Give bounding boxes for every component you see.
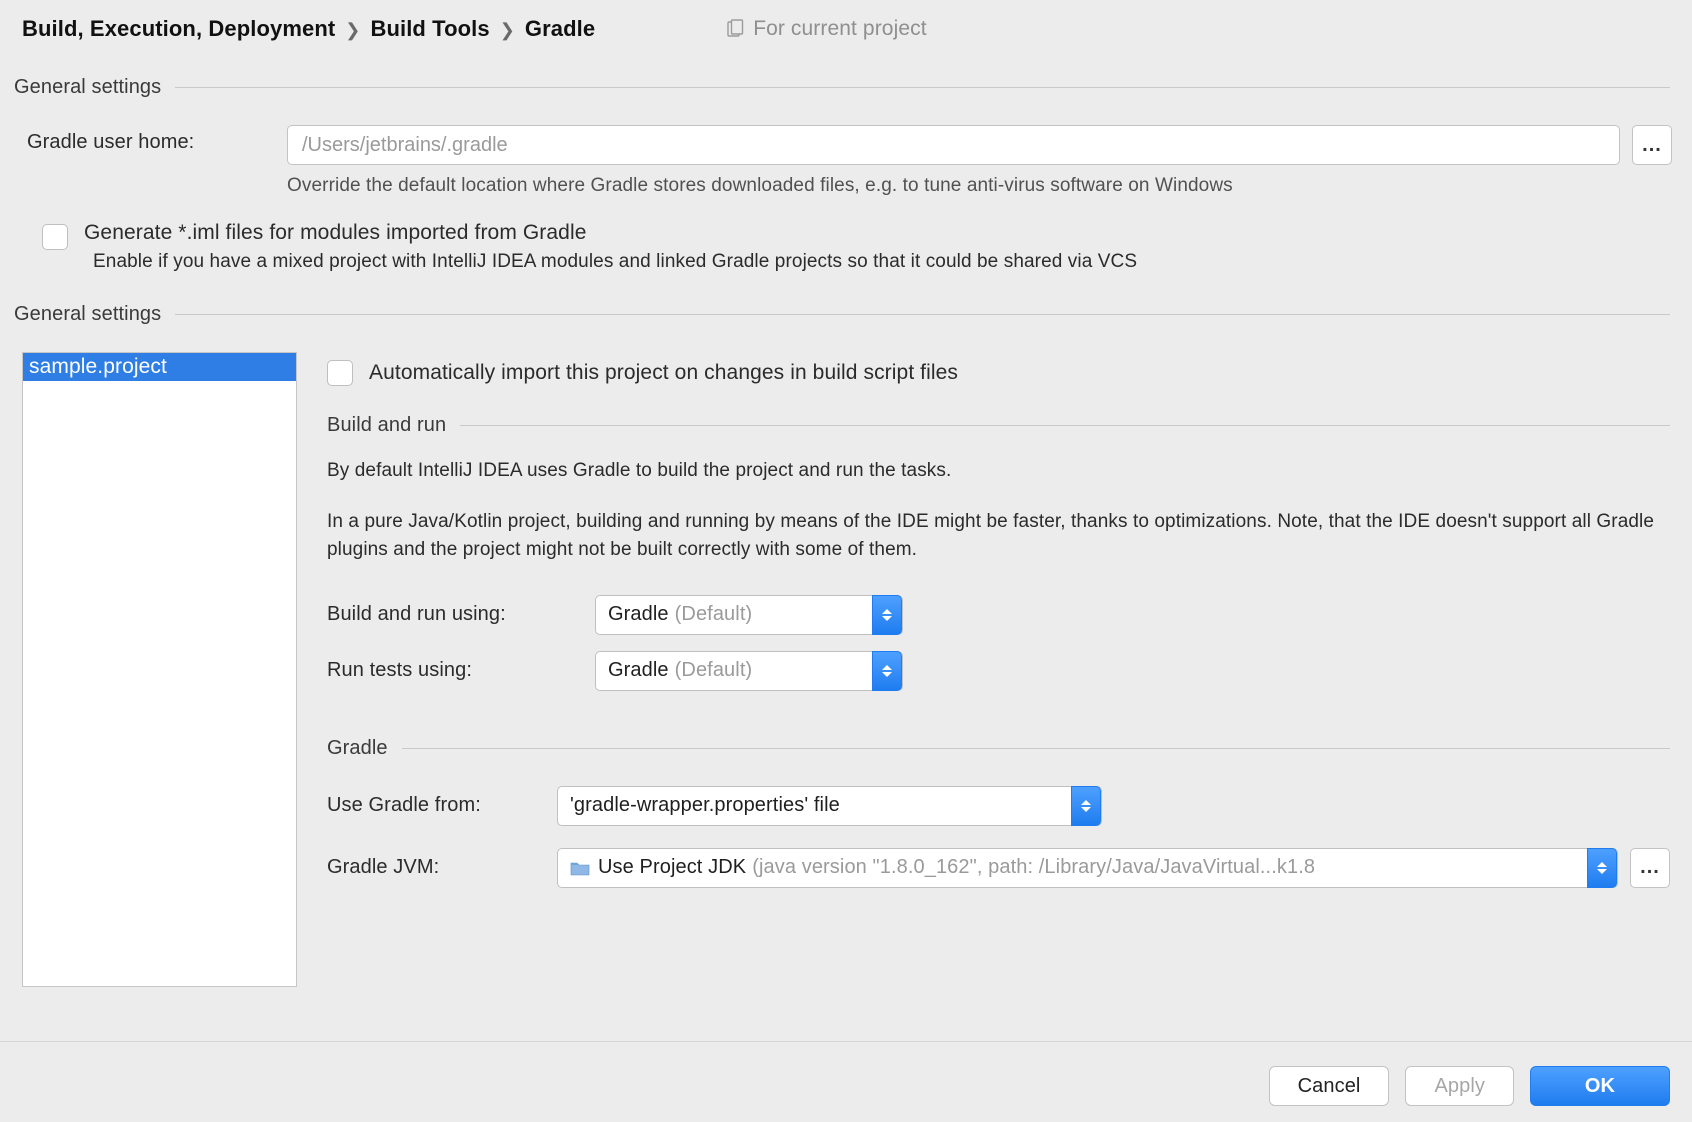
project-list-item-0[interactable]: sample.project [23,353,296,381]
gradle-jvm-value: Use Project JDK [598,856,746,879]
updown-arrows-icon [1587,848,1617,888]
project-list[interactable]: sample.project [22,352,297,987]
breadcrumb-item-0[interactable]: Build, Execution, Deployment [22,16,335,42]
cancel-button[interactable]: Cancel [1269,1066,1390,1106]
gradle-jvm-select[interactable]: Use Project JDK (java version "1.8.0_162… [557,848,1618,888]
breadcrumb: Build, Execution, Deployment ❯ Build Too… [0,0,1692,42]
use-gradle-from-value: 'gradle-wrapper.properties' file [570,794,840,817]
ok-button[interactable]: OK [1530,1066,1670,1106]
gradle-home-browse-button[interactable]: ... [1632,125,1672,165]
section-gradle: Gradle [327,737,402,760]
build-run-info-1: By default IntelliJ IDEA uses Gradle to … [327,457,1657,486]
build-run-using-label: Build and run using: [327,603,595,626]
apply-button[interactable]: Apply [1405,1066,1514,1106]
gradle-home-label: Gradle user home: [27,125,259,154]
build-run-using-value: Gradle [608,603,669,626]
section-general-settings-1: General settings [14,76,175,99]
run-tests-using-suffix: (Default) [675,659,753,682]
gradle-jvm-label: Gradle JVM: [327,856,557,879]
separator [460,425,1670,426]
updown-arrows-icon [1071,786,1101,826]
separator [402,748,1670,749]
chevron-right-icon: ❯ [500,20,515,41]
scope-label: For current project [753,17,926,41]
build-run-using-select[interactable]: Gradle (Default) [595,595,903,635]
gradle-home-input[interactable] [287,125,1620,165]
footer-separator [0,1041,1692,1042]
generate-iml-label[interactable]: Generate *.iml files for modules importe… [84,221,1137,245]
separator [175,314,1670,315]
updown-arrows-icon [872,595,902,635]
breadcrumb-item-2[interactable]: Gradle [525,16,595,42]
breadcrumb-item-1[interactable]: Build Tools [370,16,489,42]
section-general-settings-2: General settings [14,303,175,326]
build-run-using-suffix: (Default) [675,603,753,626]
run-tests-using-select[interactable]: Gradle (Default) [595,651,903,691]
scope-project-icon [725,19,745,39]
run-tests-using-label: Run tests using: [327,659,595,682]
separator [175,87,1670,88]
folder-icon [570,860,590,876]
gradle-jvm-browse-button[interactable]: ... [1630,848,1670,888]
chevron-right-icon: ❯ [345,20,360,41]
generate-iml-help: Enable if you have a mixed project with … [84,251,1137,273]
updown-arrows-icon [872,651,902,691]
gradle-home-help: Override the default location where Grad… [287,175,1672,197]
use-gradle-from-label: Use Gradle from: [327,794,557,817]
auto-import-checkbox[interactable] [327,360,353,386]
section-build-and-run: Build and run [327,414,460,437]
auto-import-label[interactable]: Automatically import this project on cha… [369,361,958,385]
use-gradle-from-select[interactable]: 'gradle-wrapper.properties' file [557,786,1102,826]
run-tests-using-value: Gradle [608,659,669,682]
generate-iml-checkbox[interactable] [42,224,68,250]
build-run-info-2: In a pure Java/Kotlin project, building … [327,508,1657,565]
gradle-jvm-details: (java version "1.8.0_162", path: /Librar… [752,856,1583,879]
